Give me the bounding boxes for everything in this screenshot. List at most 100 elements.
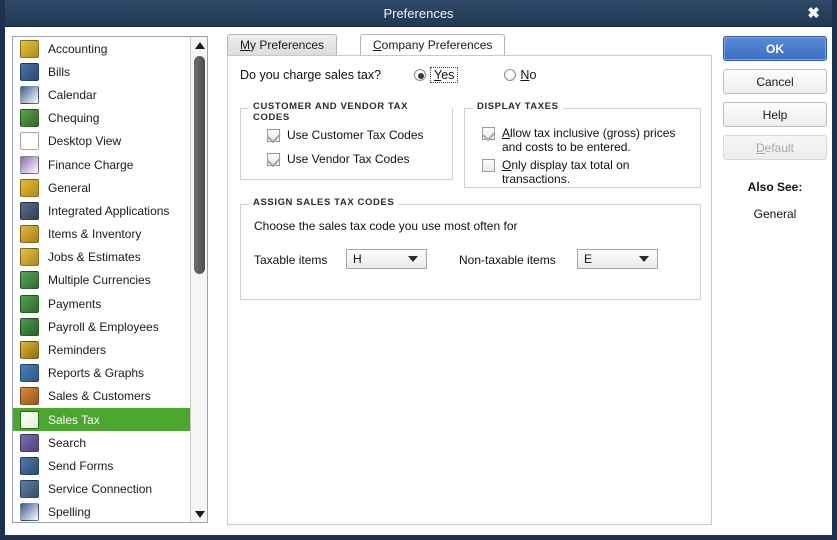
- sidebar-item-reports-graphs[interactable]: Reports & Graphs: [13, 362, 191, 385]
- assign-group-title: ASSIGN SALES TAX CODES: [249, 197, 399, 208]
- sidebar-item-accounting[interactable]: Accounting: [13, 37, 191, 60]
- allow-tax-inclusive-line1: llow tax inclusive (gross) prices: [510, 126, 676, 140]
- customer-vendor-group-title: CUSTOMER AND VENDOR TAX CODES: [249, 101, 452, 123]
- sidebar-item-multiple-currencies[interactable]: Multiple Currencies: [13, 269, 191, 292]
- spelling-icon: [20, 503, 39, 522]
- sidebar-item-integrated-applications[interactable]: Integrated Applications: [13, 199, 191, 222]
- display-taxes-group-title: DISPLAY TAXES: [473, 101, 563, 112]
- items-inventory-icon: [20, 225, 39, 244]
- sidebar-item-desktop-view[interactable]: Desktop View: [13, 130, 191, 153]
- sidebar-item-payroll-employees[interactable]: Payroll & Employees: [13, 315, 191, 338]
- preferences-category-list: Accounting Bills Calendar Chequing Desktop V…: [12, 36, 208, 523]
- assign-sales-tax-codes-group: ASSIGN SALES TAX CODES Choose the sales …: [240, 197, 701, 300]
- sidebar-item-finance-charge[interactable]: Finance Charge: [13, 153, 191, 176]
- sales-customers-icon: [20, 387, 39, 406]
- service-connection-icon: [20, 480, 39, 499]
- sidebar-scrollbar[interactable]: [190, 37, 207, 522]
- window-title: Preferences: [383, 6, 454, 21]
- payroll-employees-icon: [20, 317, 39, 336]
- preferences-dialog: Preferences ✖ Accounting Bills Calendar Che…: [0, 0, 837, 540]
- calendar-icon: [20, 85, 39, 104]
- sidebar-item-calendar[interactable]: Calendar: [13, 83, 191, 106]
- sidebar-item-chequing[interactable]: Chequing: [13, 107, 191, 130]
- tab-my-preferences[interactable]: My Preferences: [227, 34, 338, 56]
- assign-lead-text: Choose the sales tax code you use most o…: [254, 219, 518, 233]
- sidebar-item-label: Payments: [48, 296, 102, 311]
- checkbox-only-display-tax-total[interactable]: Only display tax total on transactions.: [482, 158, 692, 186]
- default-button: Default: [723, 135, 827, 160]
- also-see-general-link[interactable]: General: [723, 207, 827, 221]
- sidebar-item-label: Bills: [48, 64, 71, 79]
- non-taxable-items-value: E: [584, 252, 593, 266]
- multiple-currencies-icon: [20, 271, 39, 290]
- checkbox-only-display-tax-total-label: Only display tax total on transactions.: [502, 158, 630, 186]
- scroll-up-icon[interactable]: [191, 37, 207, 53]
- only-display-line1: nly display tax total on: [511, 158, 630, 172]
- radio-no[interactable]: No: [504, 68, 536, 82]
- scroll-down-icon[interactable]: [191, 506, 207, 522]
- payments-icon: [20, 294, 39, 313]
- integrated-applications-icon: [20, 201, 39, 220]
- radio-no-dot: [504, 69, 517, 81]
- sidebar-item-label: Reports & Graphs: [48, 366, 145, 381]
- checkbox-allow-tax-inclusive-box: [482, 127, 495, 140]
- sidebar-item-label: Integrated Applications: [48, 203, 170, 218]
- help-button[interactable]: Help: [723, 102, 827, 127]
- ok-button[interactable]: OK: [723, 36, 827, 61]
- radio-yes-dot: [414, 69, 426, 81]
- sidebar-item-label: Sales & Customers: [48, 389, 151, 404]
- non-taxable-items-dropdown[interactable]: E: [577, 249, 658, 269]
- radio-yes[interactable]: Yes: [414, 67, 459, 83]
- sidebar-item-sales-customers[interactable]: Sales & Customers: [13, 385, 191, 408]
- sidebar-item-label: Chequing: [48, 111, 100, 126]
- sidebar-item-payments[interactable]: Payments: [13, 292, 191, 315]
- sidebar-item-sales-tax[interactable]: Sales Tax: [13, 408, 191, 432]
- radio-no-label: No: [520, 68, 537, 82]
- taxable-items-dropdown[interactable]: H: [346, 249, 427, 269]
- sidebar-item-label: General: [48, 180, 91, 195]
- scrollbar-thumb[interactable]: [194, 56, 205, 274]
- sidebar-item-search[interactable]: Search: [13, 431, 191, 454]
- taxable-items-label: Taxable items: [254, 253, 328, 267]
- sidebar-item-label: Send Forms: [48, 458, 114, 473]
- sidebar-item-label: Reminders: [48, 343, 107, 358]
- sidebar-item-label: Accounting: [48, 41, 108, 56]
- only-display-line2: transactions.: [502, 172, 571, 186]
- cancel-button[interactable]: Cancel: [723, 69, 827, 94]
- sidebar-item-jobs-estimates[interactable]: Jobs & Estimates: [13, 246, 191, 269]
- sidebar-item-service-connection[interactable]: Service Connection: [13, 478, 191, 501]
- sidebar-item-label: Finance Charge: [48, 157, 134, 172]
- checkbox-allow-tax-inclusive-label: Allow tax inclusive (gross) prices and c…: [502, 126, 676, 154]
- chevron-down-icon: [639, 256, 649, 262]
- close-icon[interactable]: ✖: [804, 4, 823, 23]
- sidebar-item-send-forms[interactable]: Send Forms: [13, 454, 191, 477]
- chequing-icon: [20, 109, 39, 128]
- checkbox-use-customer-tax-codes[interactable]: Use Customer Tax Codes: [267, 128, 424, 142]
- sidebar-item-label: Payroll & Employees: [48, 319, 159, 334]
- sidebar-item-label: Calendar: [48, 87, 97, 102]
- sidebar-item-spelling[interactable]: Spelling: [13, 501, 191, 522]
- sidebar-item-items-inventory[interactable]: Items & Inventory: [13, 223, 191, 246]
- sidebar-item-reminders[interactable]: Reminders: [13, 338, 191, 361]
- sidebar-item-label: Jobs & Estimates: [48, 250, 141, 265]
- sidebar-item-bills[interactable]: Bills: [13, 60, 191, 83]
- finance-charge-icon: [20, 155, 39, 174]
- accounting-icon: [20, 39, 39, 58]
- non-taxable-items-label: Non-taxable items: [459, 253, 556, 267]
- tab-my-preferences-label: y Preferences: [250, 38, 325, 52]
- company-preferences-panel: Do you charge sales tax? Yes No CUSTOMER…: [227, 55, 712, 525]
- checkbox-use-vendor-tax-codes[interactable]: Use Vendor Tax Codes: [267, 152, 410, 166]
- send-forms-icon: [20, 456, 39, 475]
- search-icon: [20, 433, 39, 452]
- chevron-down-icon: [408, 256, 418, 262]
- title-bar: Preferences ✖: [5, 0, 832, 27]
- tab-company-preferences[interactable]: Company Preferences: [360, 34, 506, 57]
- sidebar-item-general[interactable]: General: [13, 176, 191, 199]
- allow-tax-inclusive-line2: and costs to be entered.: [502, 140, 631, 154]
- checkbox-allow-tax-inclusive[interactable]: Allow tax inclusive (gross) prices and c…: [482, 126, 692, 154]
- sales-tax-icon: [20, 410, 39, 429]
- taxable-items-value: H: [353, 252, 362, 266]
- checkbox-use-customer-tax-codes-label: Use Customer Tax Codes: [287, 128, 424, 142]
- sidebar-item-label: Items & Inventory: [48, 227, 142, 242]
- also-see-heading: Also See:: [747, 180, 803, 194]
